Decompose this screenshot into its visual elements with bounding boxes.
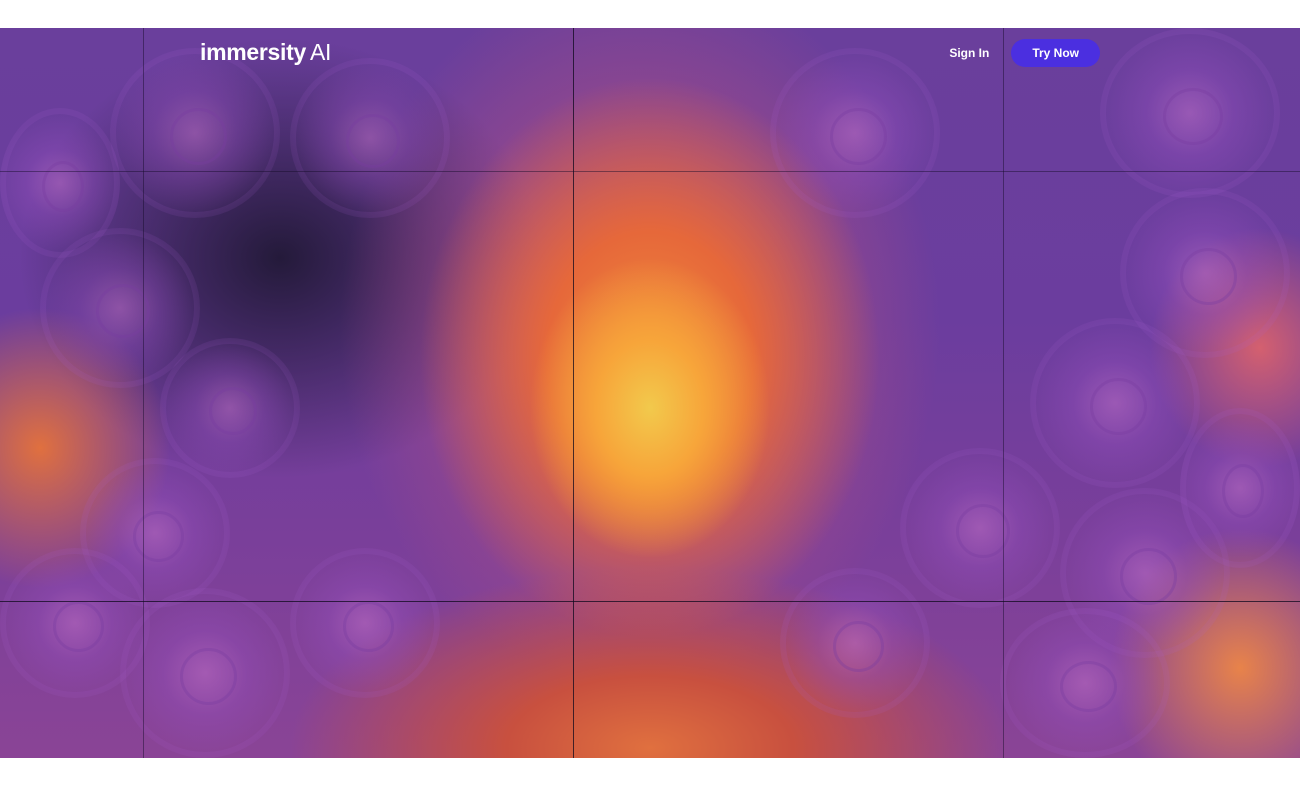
grid-line [573, 28, 574, 758]
grid-line [0, 171, 1300, 172]
site-header: immersity AI Sign In Try Now [0, 28, 1300, 78]
rose-decoration [780, 568, 930, 718]
grid-line [1003, 28, 1004, 758]
rose-decoration [160, 338, 300, 478]
rose-decoration [1000, 608, 1170, 758]
header-nav: Sign In Try Now [949, 39, 1100, 67]
grid-line [0, 601, 1300, 602]
rose-decoration [120, 588, 290, 758]
logo-suffix: AI [309, 39, 332, 65]
hero-image [0, 28, 1300, 758]
rose-decoration [1180, 408, 1300, 568]
rose-decoration [900, 448, 1060, 608]
logo-wordmark: immersity [200, 39, 306, 65]
logo[interactable]: immersity AI [200, 39, 331, 66]
rose-decoration [290, 58, 450, 218]
rose-decoration [1030, 318, 1200, 488]
try-now-button[interactable]: Try Now [1011, 39, 1100, 67]
sign-in-link[interactable]: Sign In [949, 46, 989, 60]
page: immersity AI Sign In Try Now [0, 0, 1300, 788]
grid-line [143, 28, 144, 758]
rose-decoration [290, 548, 440, 698]
